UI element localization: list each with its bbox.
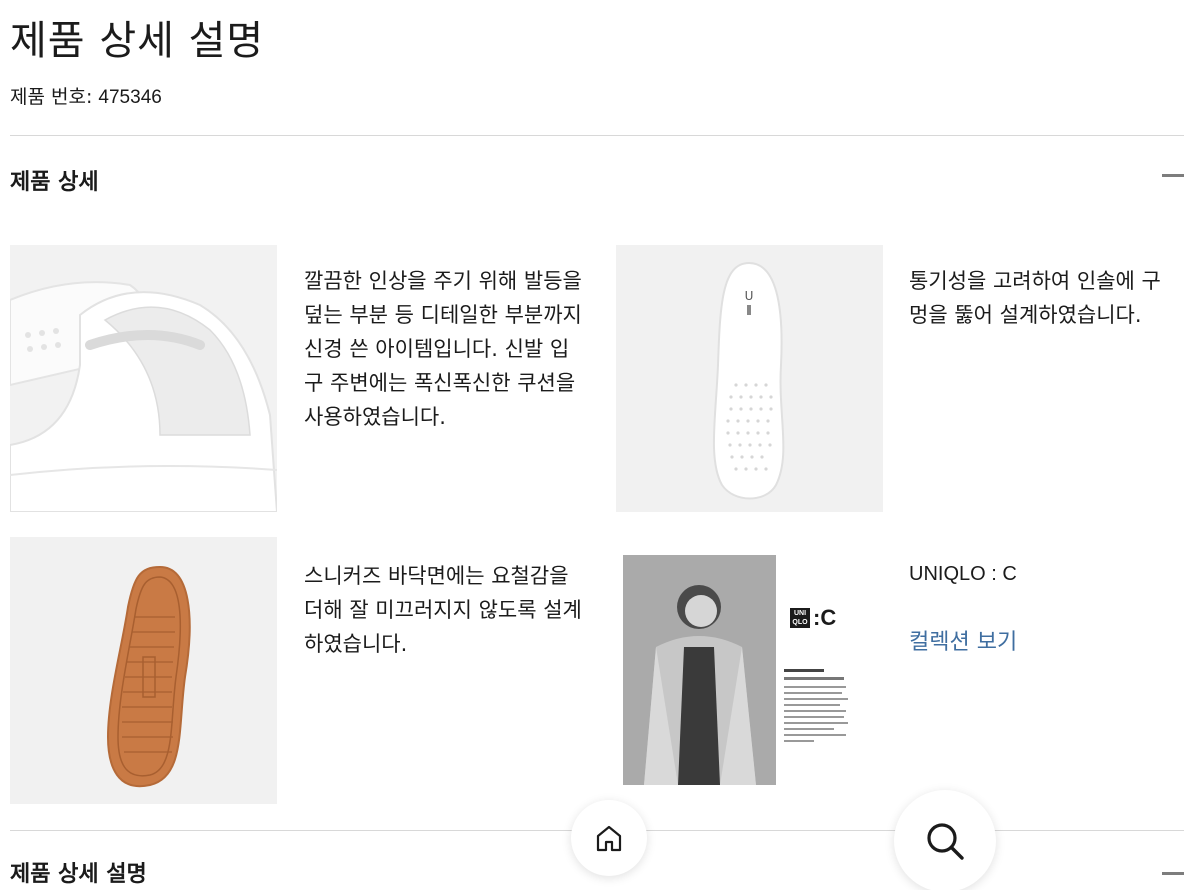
- uniqlo-c-image: UNI QLO :C: [616, 537, 883, 804]
- search-button[interactable]: [894, 790, 996, 890]
- feature-text-insole: 통기성을 고려하여 인솔에 구멍을 뚫어 설계하였습니다.: [909, 269, 1161, 327]
- perforated-insole-photo: U: [616, 245, 883, 512]
- gum-outsole-image: [10, 537, 277, 804]
- home-button[interactable]: [571, 800, 647, 876]
- description-section-title: 제품 상세 설명: [10, 862, 147, 887]
- insole-image: U: [616, 245, 883, 512]
- product-number-label: 제품 번호:: [10, 86, 93, 108]
- uniqlo-logo-suffix: :C: [813, 605, 837, 630]
- view-collection-link[interactable]: 컬렉션 보기: [909, 624, 1017, 656]
- home-icon: [596, 825, 622, 852]
- details-section-title: 제품 상세: [10, 170, 99, 195]
- sneaker-heel-collar-photo: [10, 245, 277, 512]
- divider: [10, 135, 1184, 136]
- uniqlo-c-info-lines: [784, 669, 854, 742]
- uniqlo-c-logo: UNI QLO :C: [790, 605, 836, 631]
- search-icon: [927, 823, 964, 860]
- product-number-value: 475346: [98, 87, 162, 108]
- gum-outsole-photo: [10, 537, 277, 804]
- minus-icon[interactable]: [1162, 174, 1184, 177]
- svg-text:U: U: [745, 289, 754, 303]
- product-detail-page: 제품 상세 설명 제품 번호: 475346 제품 상세 깔끔한 인상을 주기 …: [0, 0, 1200, 890]
- uniqlo-logo-box: UNI QLO: [790, 608, 810, 628]
- details-section-header[interactable]: 제품 상세: [10, 160, 1184, 200]
- sneaker-heel-collar-image: [10, 245, 277, 512]
- page-title: 제품 상세 설명: [10, 18, 265, 64]
- feature-text-heel: 깔끔한 인상을 주기 위해 발등을 덮는 부분 등 디테일한 부분까지 신경 쓴…: [304, 269, 582, 429]
- feature-text-outsole: 스니커즈 바닥면에는 요철감을 더해 잘 미끄러지지 않도록 설계하였습니다.: [304, 564, 582, 656]
- minus-icon[interactable]: [1162, 872, 1184, 875]
- product-number: 제품 번호: 475346: [10, 82, 162, 109]
- collaboration-name: UNIQLO : C: [909, 563, 1017, 585]
